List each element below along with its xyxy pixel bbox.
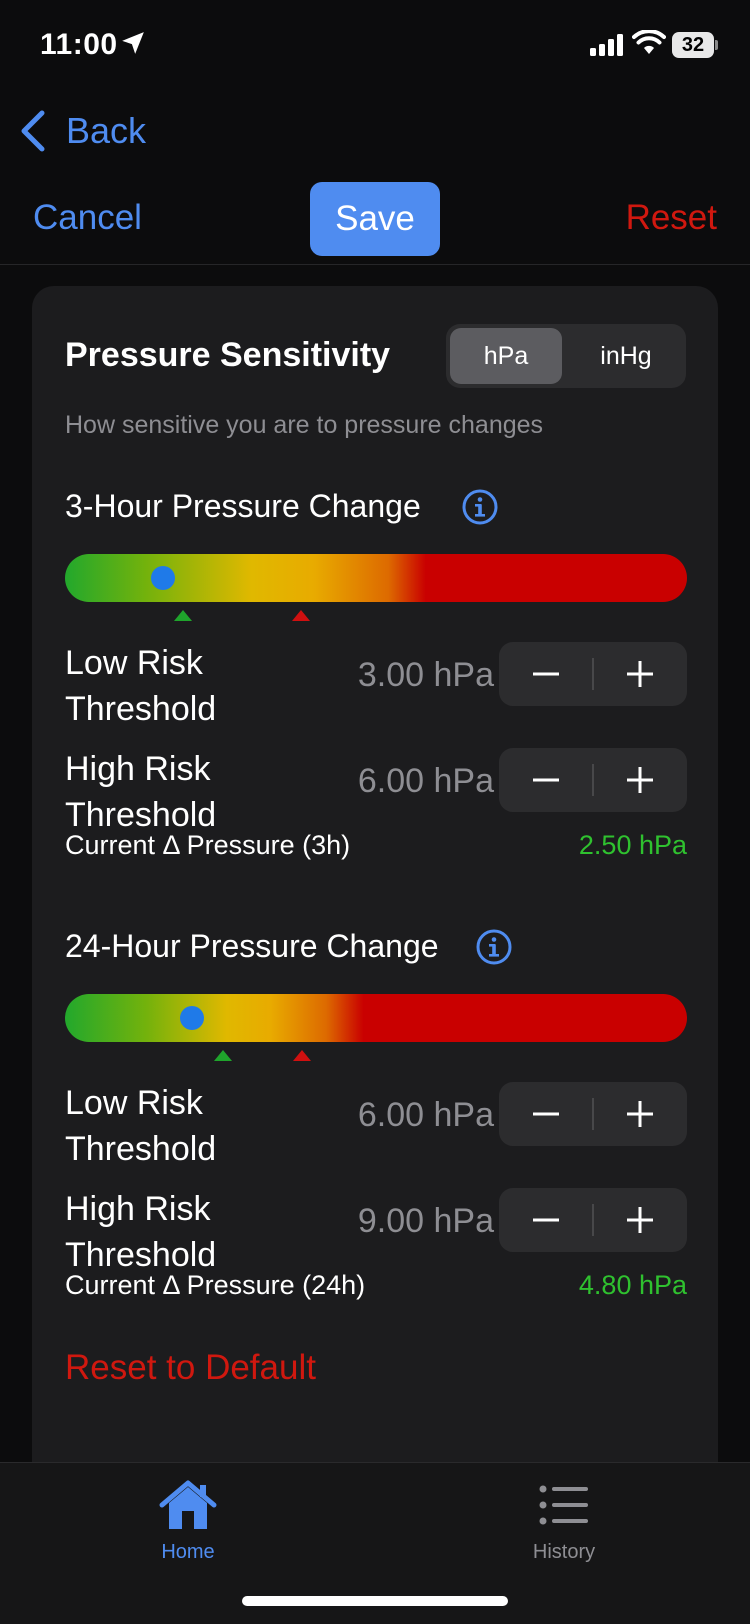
low-threshold-label: Low Risk Threshold <box>65 1084 217 1168</box>
tab-history-label: History <box>532 1541 596 1563</box>
current-pressure-label: Current Δ Pressure (24h) <box>65 1270 366 1300</box>
info-icon[interactable] <box>461 488 499 526</box>
decrement-button[interactable] <box>499 1188 593 1252</box>
status-bar: 11:00 32 <box>0 0 750 90</box>
plus-icon <box>627 661 653 687</box>
high-threshold-stepper <box>499 748 687 812</box>
tab-home-label: Home <box>161 1541 215 1563</box>
location-arrow-icon <box>122 32 144 54</box>
decrement-button[interactable] <box>499 642 593 706</box>
low-threshold-stepper <box>499 642 687 706</box>
high-threshold-stepper <box>499 1188 687 1252</box>
plus-icon <box>627 1207 653 1233</box>
high-threshold-value: 9.00 hPa <box>357 1202 494 1240</box>
back-button[interactable]: Back <box>18 106 146 156</box>
card-subtitle: How sensitive you are to pressure change… <box>65 411 544 439</box>
home-indicator <box>242 1596 508 1606</box>
unit-option-hpa[interactable]: hPa <box>450 328 562 384</box>
high-threshold-marker <box>292 610 311 621</box>
editor-toolbar: Cancel Save Reset <box>0 182 750 262</box>
current-pressure-value: 4.80 hPa <box>578 1270 687 1300</box>
minus-icon <box>533 1218 559 1222</box>
current-pressure-indicator <box>179 1006 204 1030</box>
current-pressure-label: Current Δ Pressure (3h) <box>65 830 351 860</box>
low-threshold-value: 3.00 hPa <box>357 656 494 694</box>
unit-option-inhg[interactable]: inHg <box>570 328 682 384</box>
increment-button[interactable] <box>593 642 687 706</box>
battery-icon: 32 <box>672 32 718 58</box>
unit-segmented-control: hPa inHg <box>446 324 686 388</box>
section-title: 24-Hour Pressure Change <box>65 928 439 964</box>
reset-button[interactable]: Reset <box>626 198 717 238</box>
house-icon <box>159 1480 217 1529</box>
cellular-signal-icon <box>590 34 623 56</box>
current-pressure-value: 2.50 hPa <box>578 830 687 860</box>
status-time: 11:00 <box>40 28 118 61</box>
low-threshold-label: Low Risk Threshold <box>65 644 217 728</box>
reset-to-default-button[interactable]: Reset to Default <box>65 1348 316 1388</box>
pressure-sensitivity-card: Pressure Sensitivity hPa inHg How sensit… <box>32 286 718 1486</box>
card-title: Pressure Sensitivity <box>65 336 391 374</box>
cancel-button[interactable]: Cancel <box>33 198 142 238</box>
back-label: Back <box>66 110 147 151</box>
high-threshold-value: 6.00 hPa <box>357 762 494 800</box>
plus-icon <box>627 1101 653 1127</box>
low-threshold-marker <box>174 610 193 621</box>
section-title: 3-Hour Pressure Change <box>65 488 421 524</box>
battery-level: 32 <box>672 32 714 58</box>
minus-icon <box>533 1112 559 1116</box>
info-icon[interactable] <box>475 928 513 966</box>
high-threshold-label: High Risk Threshold <box>65 750 217 834</box>
decrement-button[interactable] <box>499 748 593 812</box>
increment-button[interactable] <box>593 748 687 812</box>
tab-history[interactable]: History <box>494 1479 634 1564</box>
decrement-button[interactable] <box>499 1082 593 1146</box>
chevron-left-icon <box>21 110 45 152</box>
save-button[interactable]: Save <box>310 182 440 256</box>
toolbar-divider <box>0 264 750 265</box>
plus-icon <box>627 767 653 793</box>
minus-icon <box>533 672 559 676</box>
low-threshold-stepper <box>499 1082 687 1146</box>
low-threshold-marker <box>214 1050 233 1061</box>
increment-button[interactable] <box>593 1082 687 1146</box>
minus-icon <box>533 778 559 782</box>
low-threshold-value: 6.00 hPa <box>357 1096 494 1134</box>
list-icon <box>539 1485 588 1525</box>
wifi-icon <box>632 30 666 54</box>
increment-button[interactable] <box>593 1188 687 1252</box>
risk-gradient-bar <box>65 994 687 1042</box>
tab-home[interactable]: Home <box>118 1479 258 1564</box>
high-threshold-label: High Risk Threshold <box>65 1190 217 1274</box>
high-threshold-marker <box>293 1050 312 1061</box>
